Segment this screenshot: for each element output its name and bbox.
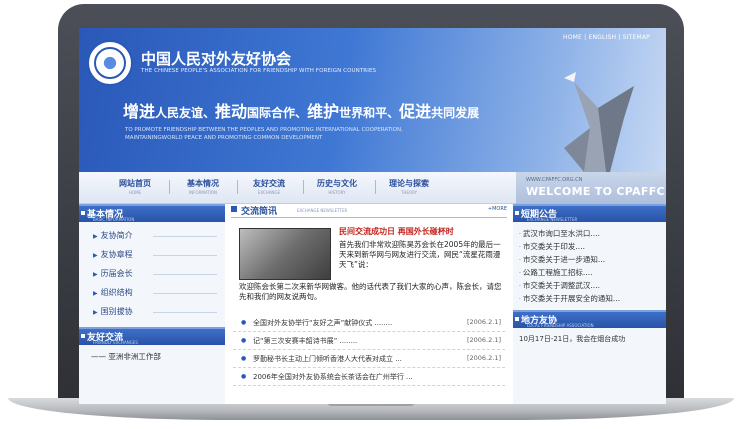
peace-sculpture-icon <box>564 72 634 172</box>
org-name-en: THE CHINESE PEOPLE'S ASSOCIATION FOR FRI… <box>141 68 377 74</box>
list-item[interactable]: ▶ 友协简介 <box>93 230 225 249</box>
section-header-friendly-exchange: 友好交流 FRIENDLY EXCHANGES <box>79 327 225 345</box>
center-column: 交流简讯 EXCHANGE NEWSLETTER +MORE 民间交流成功日 再… <box>231 204 507 404</box>
nav-divider <box>303 180 304 194</box>
nav-divider <box>237 180 238 194</box>
square-bullet-icon <box>231 206 237 212</box>
welcome-panel: WWW.CPAFFC.ORG.CN WELCOME TO CPAFFC <box>516 172 666 204</box>
square-bullet-icon <box>81 334 85 338</box>
arrow-right-icon: ▶ <box>93 309 98 316</box>
list-item[interactable]: · 市交委关于印发.... <box>519 241 666 254</box>
top-links[interactable]: HOME | ENGLISH | SITEMAP <box>563 34 650 41</box>
dot-icon: · <box>519 296 521 303</box>
nav-theory[interactable]: 理论与探索 THEORY <box>389 178 429 195</box>
website-screen: HOME | ENGLISH | SITEMAP 中国人民对外友好协会 THE … <box>79 28 666 404</box>
nav-exchange[interactable]: 友好交流 EXCHANGE <box>253 178 285 195</box>
square-bullet-icon <box>81 211 85 215</box>
section-header-announcements: 短期公告 EXCHANGE NEWSLETTER <box>513 204 666 222</box>
arrow-right-icon: ▶ <box>93 252 98 259</box>
dot-icon: ● <box>241 373 247 380</box>
org-name-cn: 中国人民对外友好协会 <box>141 50 292 68</box>
basic-info-list: ▶ 友协简介 ▶ 友协章程 ▶ 历届会长 ▶ 组织结构 ▶ 国别拔协 <box>79 222 225 325</box>
left-column: 基本情况 BASIC INFORMATION ▶ 友协简介 ▶ 友协章程 ▶ 历届会长… <box>79 204 225 404</box>
welcome-url: WWW.CPAFFC.ORG.CN <box>526 177 583 183</box>
nav-divider <box>169 180 170 194</box>
slogan: 增进人民友谊、推动国际合作、维护世界和平、促进共同发展 <box>123 102 480 121</box>
nav-divider <box>375 180 376 194</box>
square-bullet-icon <box>515 211 519 215</box>
nav-history[interactable]: 历史与文化 HISTORY <box>317 178 357 195</box>
list-item[interactable]: · 公路工程施工招标.... <box>519 267 666 280</box>
list-item[interactable]: ● 罗勤秘书长主动上门倾听香港人大代表对成立 ... [2006.2.1] <box>233 350 505 368</box>
header-banner: HOME | ENGLISH | SITEMAP 中国人民对外友好协会 THE … <box>79 28 666 172</box>
featured-body-cont: 欢迎陈会长第二次来新华网做客。他的话代表了我们大家的心声，陈会长，请您先和我们的… <box>239 282 502 301</box>
section-header-basic-info: 基本情况 BASIC INFORMATION <box>79 204 225 222</box>
arrow-right-icon: ▶ <box>93 271 98 278</box>
list-item[interactable]: · 市交委关于开展安全的通知... <box>519 293 666 306</box>
exchange-text[interactable]: —— 亚洲非洲工作部 <box>79 345 225 362</box>
local-assoc-text[interactable]: 10月17日-21日，我会在烟台成功 <box>513 328 666 344</box>
list-item[interactable]: ● 2006年全国对外友协系统会长茶话会在广州举行 ... <box>233 368 505 386</box>
more-link[interactable]: +MORE <box>488 206 507 212</box>
dot-icon: · <box>519 257 521 264</box>
list-item[interactable]: ● 记“第三次安赛丰韶诗书展” ........ [2006.2.1] <box>233 332 505 350</box>
welcome-text: WELCOME TO CPAFFC <box>526 185 665 198</box>
list-item[interactable]: · 武汉市询口至水洪口.... <box>519 228 666 241</box>
dot-icon: · <box>519 283 521 290</box>
nav-information[interactable]: 基本情况 INFORMATION <box>187 178 219 195</box>
dot-icon: ● <box>241 355 247 362</box>
list-item[interactable]: ▶ 国别拔协 <box>93 306 225 325</box>
featured-title[interactable]: 民间交流成功日 再国外长碰杯时 <box>339 226 454 237</box>
square-bullet-icon <box>515 317 519 321</box>
news-photo[interactable] <box>239 228 331 280</box>
dot-icon: ● <box>241 319 247 326</box>
list-item[interactable]: · 市交委关于进一步通知... <box>519 254 666 267</box>
list-item[interactable]: ● 全国对外友协举行“友好之声”献钟仪式 ........ [2006.2.1] <box>233 314 505 332</box>
list-item[interactable]: · 市交委关于调整武汉.... <box>519 280 666 293</box>
dot-icon: · <box>519 231 521 238</box>
main-nav: 网站首页 HOME 基本情况 INFORMATION 友好交流 EXCHANGE 历史… <box>79 172 666 204</box>
section-header-newsletter: 交流简讯 EXCHANGE NEWSLETTER +MORE <box>231 204 507 218</box>
dot-icon: ● <box>241 337 247 344</box>
announcement-list: · 武汉市询口至水洪口.... · 市交委关于印发.... · 市交委关于进一步通知.… <box>513 222 666 306</box>
section-header-local-assoc: 地方友协 LOCAL FRIENDSHIP ASSOCIATION <box>513 310 666 328</box>
right-column: 短期公告 EXCHANGE NEWSLETTER · 武汉市询口至水洪口.... … <box>513 204 666 404</box>
arrow-right-icon: ▶ <box>93 290 98 297</box>
list-item[interactable]: ▶ 历届会长 <box>93 268 225 287</box>
slogan-en: TO PROMOTE FRIENDSHIP BETWEEN THE PEOPLE… <box>125 127 403 141</box>
dot-icon: · <box>519 270 521 277</box>
cpaffc-logo-icon[interactable] <box>87 40 133 86</box>
list-item[interactable]: ▶ 友协章程 <box>93 249 225 268</box>
featured-body: 首先我们非常欢迎陈昊苏会长在2005年的最后一天来到新华网与网友进行交流，网民“… <box>339 240 501 269</box>
dot-icon: · <box>519 244 521 251</box>
news-list: ● 全国对外友协举行“友好之声”献钟仪式 ........ [2006.2.1] ●… <box>233 314 505 386</box>
nav-home[interactable]: 网站首页 HOME <box>119 178 151 195</box>
list-item[interactable]: ▶ 组织结构 <box>93 287 225 306</box>
arrow-right-icon: ▶ <box>93 233 98 240</box>
